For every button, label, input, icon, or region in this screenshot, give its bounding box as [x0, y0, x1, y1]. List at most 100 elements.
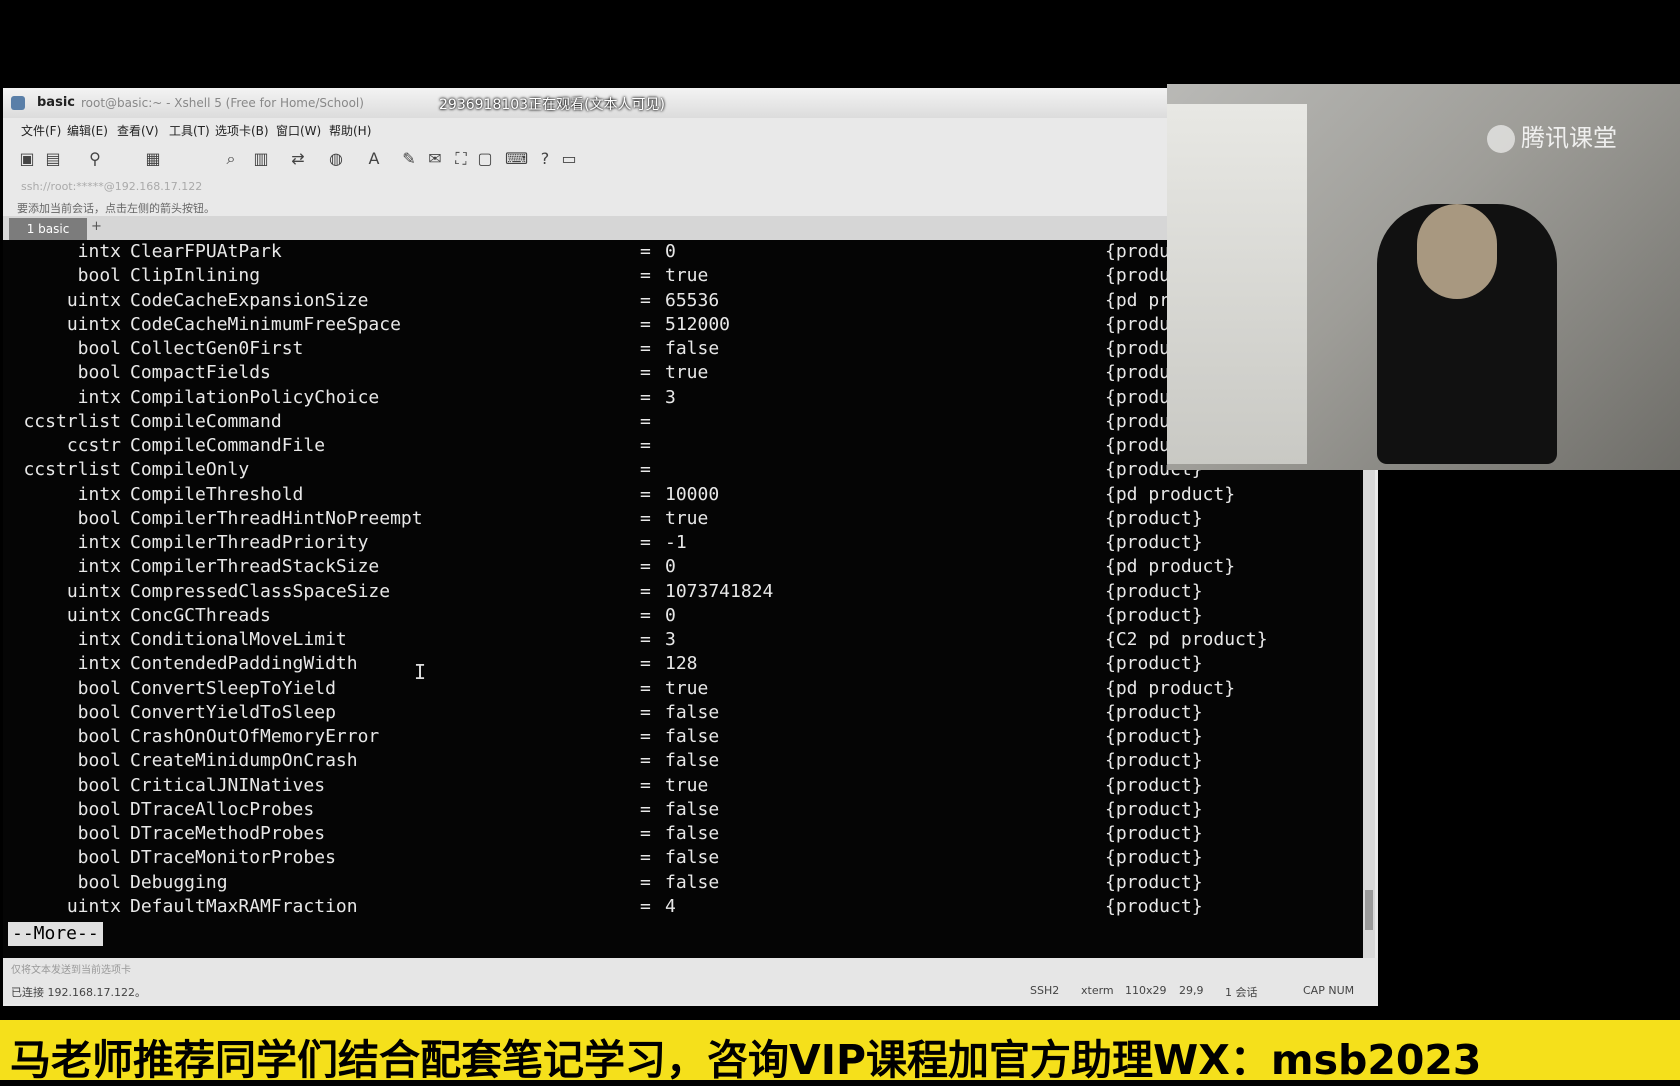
tencent-classroom-logo: 腾讯课堂	[1487, 118, 1617, 153]
properties-icon[interactable]: ▦	[143, 149, 163, 169]
flag-type: uintx	[66, 580, 121, 602]
flag-type: uintx	[66, 895, 121, 917]
help-icon[interactable]: ?	[535, 149, 555, 169]
flag-name: CodeCacheExpansionSize	[130, 289, 369, 311]
print-icon[interactable]: ▥	[251, 149, 271, 169]
flag-name: ConvertSleepToYield	[130, 677, 336, 699]
flag-type: ccstr	[66, 435, 121, 456]
flag-type: bool	[77, 871, 121, 893]
search-icon[interactable]: ⌕	[221, 149, 241, 169]
font-icon[interactable]: A	[364, 149, 384, 169]
flag-scope: {product}	[1105, 604, 1203, 626]
terminal-row: bool DTraceMethodProbes = false {product}	[3, 822, 1365, 846]
window-title: basic	[37, 95, 75, 110]
menu-help[interactable]: 帮助(H)	[329, 122, 371, 139]
flag-value: 1073741824	[665, 580, 774, 602]
flag-name: CompressedClassSpaceSize	[130, 580, 391, 602]
connection-status: 已连接 192.168.17.122。	[11, 986, 146, 999]
flag-equals: =	[640, 362, 651, 384]
menu-tabs[interactable]: 选项卡(B)	[215, 122, 269, 139]
flag-value: false	[665, 823, 720, 844]
flag-equals: =	[640, 701, 651, 723]
add-tab-icon[interactable]: +	[91, 219, 102, 234]
protocol-status: SSH2	[1030, 984, 1060, 997]
menu-edit[interactable]: 编辑(E)	[67, 122, 108, 139]
menu-file[interactable]: 文件(F)	[21, 122, 61, 139]
flag-name: CodeCacheMinimumFreeSpace	[130, 313, 401, 335]
chat-icon[interactable]: ▭	[559, 149, 579, 169]
flag-scope: {product}	[1105, 847, 1203, 869]
flag-value: 0	[665, 556, 676, 578]
flag-name: CompilationPolicyChoice	[130, 386, 380, 408]
lock-icon[interactable]: ▢	[475, 149, 495, 169]
xshell-app-icon	[11, 96, 25, 110]
cursor-pos-status: 29,9	[1179, 984, 1204, 997]
text-cursor-icon: I	[414, 660, 427, 684]
fullscreen-icon[interactable]: ⛶	[451, 149, 471, 169]
flag-value: true	[665, 507, 709, 529]
flag-name: ConditionalMoveLimit	[130, 629, 347, 650]
keyboard-icon[interactable]: ⌨	[505, 149, 528, 169]
flag-equals: =	[640, 823, 651, 844]
transfer-icon[interactable]: ⇄	[288, 149, 308, 169]
flag-equals: =	[640, 798, 651, 820]
flag-value: true	[665, 677, 709, 699]
flag-name: CompilerThreadHintNoPreempt	[130, 507, 423, 529]
compose-icon[interactable]: ✉	[425, 149, 445, 169]
terminal-row: uintx CodeCacheMinimumFreeSpace = 512000 {pr…	[3, 313, 1365, 337]
flag-equals: =	[640, 750, 651, 772]
menu-tools[interactable]: 工具(T)	[169, 122, 210, 139]
flag-value: 128	[665, 653, 698, 675]
open-folder-icon[interactable]: ▤	[43, 149, 63, 169]
menu-window[interactable]: 窗口(W)	[276, 122, 321, 139]
flag-type: bool	[77, 774, 121, 796]
flag-scope: {C2 pd product}	[1105, 629, 1268, 650]
flag-name: ConvertYieldToSleep	[130, 701, 336, 723]
flag-value: false	[665, 871, 720, 893]
terminal-row: intx ConditionalMoveLimit = 3 {C2 pd product…	[3, 628, 1365, 652]
flag-value: 65536	[665, 289, 720, 311]
flag-value: 3	[665, 629, 676, 650]
flag-type: uintx	[66, 289, 121, 311]
flag-name: ConcGCThreads	[130, 604, 271, 626]
flag-value: true	[665, 265, 709, 287]
tab-basic[interactable]: 1 basic	[9, 218, 87, 240]
flag-name: CriticalJNINatives	[130, 774, 326, 796]
terminal-row: bool DTraceAllocProbes = false {product}	[3, 798, 1365, 822]
flag-scope: {product}	[1105, 823, 1203, 844]
flag-value: 512000	[665, 313, 731, 335]
flag-scope: {pd product}	[1105, 677, 1236, 699]
session-hint-text: 要添加当前会话，点击左侧的箭头按钮。	[17, 202, 215, 215]
flag-type: intx	[77, 483, 121, 505]
terminal-row: bool DTraceMonitorProbes = false {product}	[3, 846, 1365, 870]
menu-view[interactable]: 查看(V)	[117, 122, 159, 139]
flag-type: bool	[77, 847, 121, 869]
terminal-row: bool CompilerThreadHintNoPreempt = true {pro…	[3, 507, 1365, 531]
globe-icon[interactable]: ◍	[326, 149, 346, 169]
flag-type: ccstrlist	[23, 410, 121, 432]
flag-equals: =	[640, 653, 651, 675]
reconnect-icon[interactable]: ⚲	[85, 149, 105, 169]
flag-scope: {product}	[1105, 774, 1203, 796]
flag-name: Debugging	[130, 871, 228, 893]
scrollbar-thumb[interactable]	[1365, 890, 1373, 930]
flag-value: false	[665, 338, 720, 359]
flag-scope: {product}	[1105, 871, 1203, 893]
flag-name: CompilerThreadStackSize	[130, 556, 380, 578]
flag-name: CompileOnly	[130, 459, 250, 481]
flag-value: false	[665, 798, 720, 820]
terminal-row: ccstrlist CompileCommand = {product}	[3, 410, 1365, 434]
webcam-monitor	[1167, 104, 1307, 464]
new-session-icon[interactable]: ▣	[17, 149, 37, 169]
flag-scope: {product}	[1105, 701, 1203, 723]
flag-type: ccstrlist	[23, 459, 121, 481]
address-text: ssh://root:*****@192.168.17.122	[21, 180, 203, 193]
script-icon[interactable]: ✎	[399, 149, 419, 169]
flag-value: 0	[665, 241, 676, 262]
flag-type: bool	[77, 507, 121, 529]
terminal-row: ccstr CompileCommandFile = {product}	[3, 434, 1365, 458]
flag-equals: =	[640, 483, 651, 505]
terminal[interactable]: uintx DefaultMaxRAMFraction = 4 {product} boo…	[3, 240, 1365, 958]
flag-type: intx	[77, 241, 121, 262]
flag-value: true	[665, 362, 709, 384]
